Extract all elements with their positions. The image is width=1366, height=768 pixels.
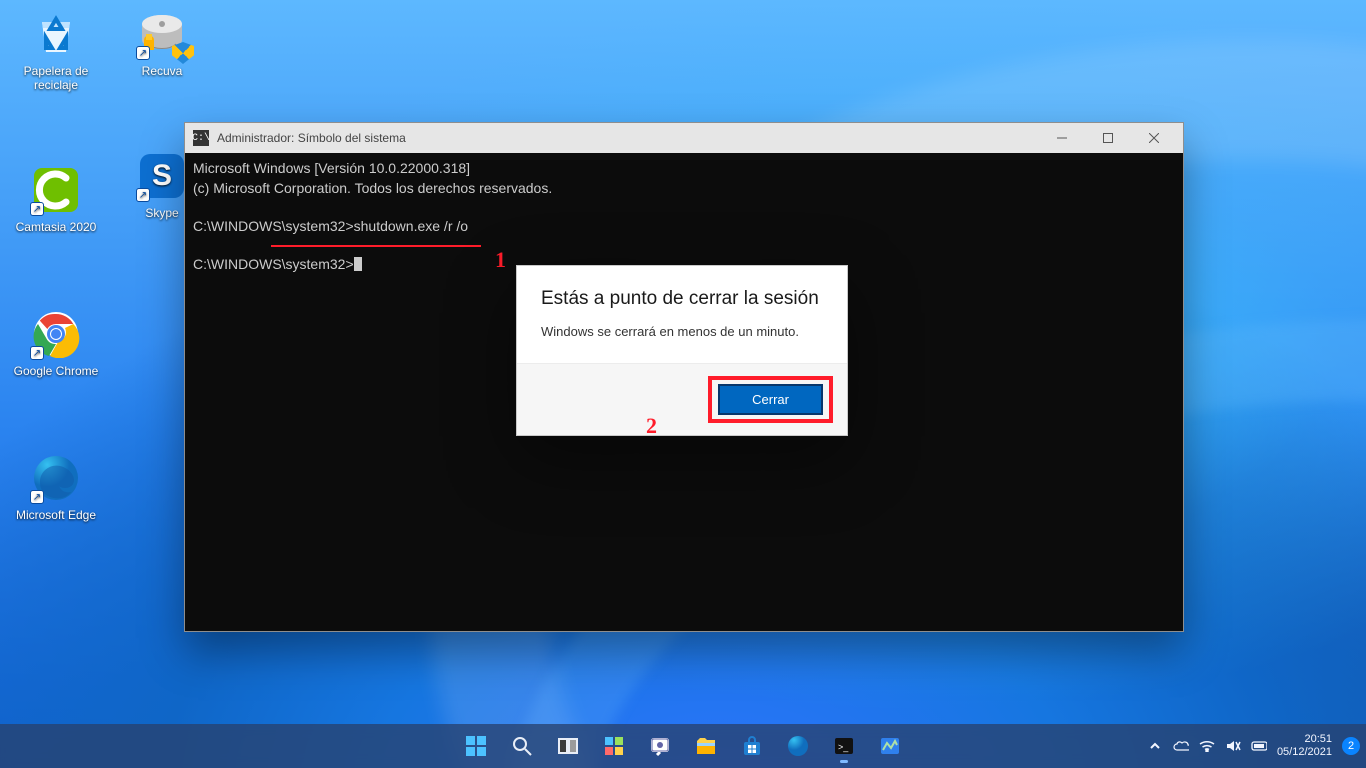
task-view-button[interactable] <box>549 727 587 765</box>
taskbar[interactable]: >_ 20:51 05/12/2021 2 <box>0 724 1366 768</box>
text-cursor <box>354 257 362 271</box>
window-buttons <box>1039 123 1177 153</box>
task-manager-button[interactable] <box>871 727 909 765</box>
desktop-icon-label: Recuva <box>112 64 212 78</box>
cmd-titlebar[interactable]: Administrador: Símbolo del sistema <box>185 123 1183 153</box>
cmd-line: (c) Microsoft Corporation. Todos los der… <box>193 180 552 196</box>
shortcut-overlay-icon <box>136 188 150 202</box>
desktop-icon-edge[interactable]: Microsoft Edge <box>6 454 106 522</box>
cmd-prompt: C:\WINDOWS\system32> <box>193 256 354 272</box>
desktop-icon-label: Google Chrome <box>6 364 106 378</box>
desktop-icon-camtasia[interactable]: Camtasia 2020 <box>6 166 106 234</box>
dialog-title: Estás a punto de cerrar la sesión <box>541 288 823 310</box>
clock-time: 20:51 <box>1277 733 1332 746</box>
widgets-button[interactable] <box>595 727 633 765</box>
chrome-icon <box>32 310 80 358</box>
tray-chevron-icon[interactable] <box>1147 738 1163 754</box>
chat-button[interactable] <box>641 727 679 765</box>
cmd-title: Administrador: Símbolo del sistema <box>217 131 1031 145</box>
dialog-content: Estás a punto de cerrar la sesión Window… <box>517 266 847 363</box>
cmd-title-icon <box>193 130 209 146</box>
edge-icon <box>32 454 80 502</box>
taskbar-center: >_ <box>457 727 909 765</box>
svg-text:>_: >_ <box>838 742 849 752</box>
system-tray[interactable]: 20:51 05/12/2021 2 <box>1147 733 1360 759</box>
cmd-taskbar-button[interactable]: >_ <box>825 727 863 765</box>
search-button[interactable] <box>503 727 541 765</box>
onedrive-icon[interactable] <box>1173 738 1189 754</box>
recuva-icon <box>138 10 186 58</box>
clock-date: 05/12/2021 <box>1277 746 1332 759</box>
dialog-actions: Cerrar <box>517 363 847 435</box>
annotation-highlight-box: Cerrar <box>708 376 833 423</box>
skype-icon: S <box>138 152 186 200</box>
wifi-icon[interactable] <box>1199 738 1215 754</box>
battery-icon[interactable] <box>1251 738 1267 754</box>
shortcut-overlay-icon <box>30 202 44 216</box>
taskbar-clock[interactable]: 20:51 05/12/2021 <box>1277 733 1332 759</box>
edge-taskbar-button[interactable] <box>779 727 817 765</box>
desktop-icons-col1: Papelera de reciclaje Camtasia 2020 Goog… <box>6 10 106 522</box>
start-button[interactable] <box>457 727 495 765</box>
desktop-icon-recycle-bin[interactable]: Papelera de reciclaje <box>6 10 106 92</box>
desktop-icon-label: Microsoft Edge <box>6 508 106 522</box>
desktop-icon-chrome[interactable]: Google Chrome <box>6 310 106 378</box>
svg-text:S: S <box>152 159 172 192</box>
close-button[interactable] <box>1131 123 1177 153</box>
desktop: Papelera de reciclaje Camtasia 2020 Goog… <box>0 0 1366 768</box>
camtasia-icon <box>32 166 80 214</box>
desktop-icon-recuva[interactable]: Recuva <box>112 10 212 78</box>
cmd-line: Microsoft Windows [Versión 10.0.22000.31… <box>193 160 470 176</box>
desktop-icon-label: Papelera de reciclaje <box>6 64 106 92</box>
cmd-prompt: C:\WINDOWS\system32> <box>193 218 354 234</box>
maximize-button[interactable] <box>1085 123 1131 153</box>
notifications-badge[interactable]: 2 <box>1342 737 1360 755</box>
shortcut-overlay-icon <box>30 490 44 504</box>
annotation-underline <box>271 245 481 247</box>
minimize-button[interactable] <box>1039 123 1085 153</box>
volume-icon[interactable] <box>1225 738 1241 754</box>
close-dialog-button[interactable]: Cerrar <box>718 384 823 415</box>
dialog-body: Windows se cerrará en menos de un minuto… <box>541 324 823 339</box>
desktop-icon-label: Camtasia 2020 <box>6 220 106 234</box>
shortcut-overlay-icon <box>30 346 44 360</box>
cmd-command: shutdown.exe /r /o <box>354 218 468 234</box>
recycle-bin-icon <box>32 10 80 58</box>
shortcut-overlay-icon <box>136 46 150 60</box>
file-explorer-button[interactable] <box>687 727 725 765</box>
microsoft-store-button[interactable] <box>733 727 771 765</box>
annotation-number-1: 1 <box>495 249 506 271</box>
annotation-number-2: 2 <box>646 415 657 437</box>
uac-shield-icon <box>172 42 194 64</box>
shutdown-dialog: Estás a punto de cerrar la sesión Window… <box>516 265 848 436</box>
